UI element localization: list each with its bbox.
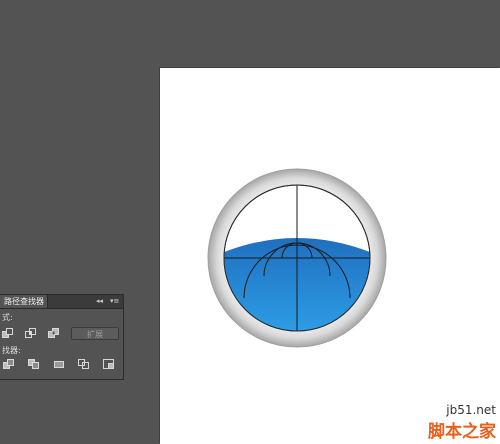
gauge-illustration [207,168,387,348]
merge-icon[interactable] [53,359,65,370]
collapse-panel-button[interactable]: ◂◂ [96,295,103,308]
trim-icon[interactable] [28,359,40,370]
shape-modes-label: 式: [2,313,13,322]
expand-button[interactable]: 扩展 [71,327,119,340]
tab-pathfinder[interactable]: 路径查找器 [0,295,48,308]
intersect-icon[interactable] [25,328,37,339]
watermark-site-name: 脚本之家 [428,422,496,442]
pathfinder-panel: 路径查找器 ◂◂ ▾≡ 式: 扩展 找器: [0,294,124,380]
crop-icon[interactable] [78,359,90,370]
outline-icon[interactable] [103,359,115,370]
panel-menu-button[interactable]: ▾≡ [110,295,119,308]
watermark-url: jb51.net [446,403,496,417]
panel-header: 路径查找器 ◂◂ ▾≡ [0,295,123,309]
minus-front-icon[interactable] [2,328,14,339]
exclude-icon[interactable] [48,328,60,339]
divide-icon[interactable] [3,359,15,370]
watermark: jb51.net 脚本之家 [428,403,496,442]
artboard [160,68,500,444]
pathfinders-label: 找器: [2,346,21,355]
